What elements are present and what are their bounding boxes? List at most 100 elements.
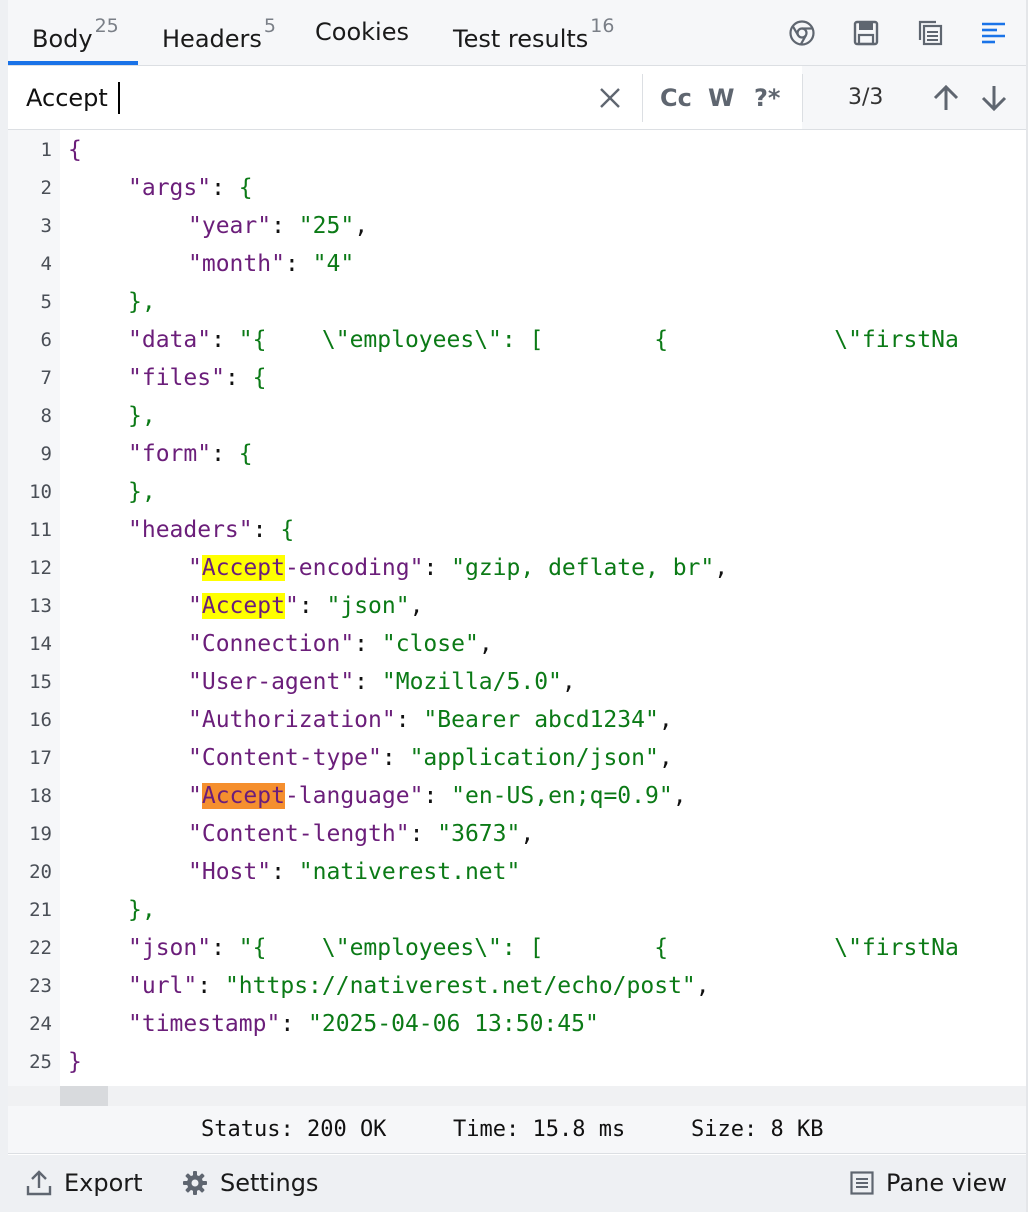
code-line: "Authorization": "Bearer abcd1234",: [188, 701, 673, 739]
response-size: Size: 8 KB: [691, 1117, 824, 1142]
code-line: "json": "{ \"employees\": [ { \"firstNa: [128, 929, 959, 967]
line-number: 11: [29, 519, 52, 541]
tab-body[interactable]: Body 25: [32, 12, 119, 53]
code-line: "month": "4": [188, 245, 354, 283]
next-match-button[interactable]: [978, 82, 1010, 114]
export-button[interactable]: Export: [26, 1165, 143, 1201]
line-number: 9: [40, 443, 52, 465]
code-line: "files": {: [128, 359, 267, 397]
tab-headers-count: 5: [263, 15, 276, 37]
json-separator: :: [280, 1011, 309, 1037]
json-key: "url": [128, 973, 198, 999]
json-quote: ": [188, 593, 202, 619]
code-line: {: [68, 131, 82, 169]
code-line: },: [128, 397, 156, 435]
line-number: 22: [29, 937, 52, 959]
clear-search-button[interactable]: [594, 82, 626, 114]
json-brace: }: [68, 1049, 82, 1075]
json-key: "User-agent": [188, 669, 355, 695]
code-line: "year": "25",: [188, 207, 368, 245]
json-value: "json": [326, 593, 410, 619]
previous-match-button[interactable]: [930, 82, 962, 114]
json-comma: ,: [695, 973, 710, 999]
json-quote: ": [188, 783, 202, 809]
tab-test-results-count: 16: [590, 15, 615, 37]
json-value: "{ \"employees\": [ { \"firstNa: [238, 935, 959, 961]
json-key: "year": [188, 213, 272, 239]
wrap-lines-icon[interactable]: [979, 18, 1009, 48]
save-icon[interactable]: [851, 18, 881, 48]
json-brace: },: [128, 289, 156, 315]
json-value: "3673": [437, 821, 521, 847]
line-number: 14: [29, 633, 52, 655]
json-key: "args": [128, 175, 212, 201]
json-separator: :: [197, 973, 225, 999]
line-number: 10: [29, 481, 52, 503]
json-comma: ,: [658, 745, 673, 771]
tab-headers[interactable]: Headers 5: [162, 12, 276, 53]
json-value: "2025-04-06 13:50:45": [308, 1011, 599, 1037]
json-comma: ,: [561, 669, 576, 695]
json-separator: :: [224, 365, 253, 391]
json-quote: ": [188, 555, 202, 581]
tab-bar: Body 25 Headers 5 Cookies Test results 16: [8, 0, 1026, 66]
json-brace: {: [238, 175, 253, 201]
json-separator: :: [211, 935, 239, 961]
response-body-editor[interactable]: 1 2 3 4 5 6 7 8 9 10 11 12 13 14 15 16 1…: [8, 130, 1026, 1086]
json-key: "Host": [188, 859, 272, 885]
json-comma: ,: [478, 631, 493, 657]
match-case-button[interactable]: Cc: [660, 82, 692, 114]
copy-icon[interactable]: [915, 18, 945, 48]
scrollbar-thumb[interactable]: [60, 1086, 108, 1106]
line-number: 20: [29, 861, 52, 883]
search-input[interactable]: [8, 66, 600, 129]
pane-view-label: Pane view: [886, 1169, 1007, 1197]
whole-word-button[interactable]: W: [708, 82, 734, 114]
code-line: "User-agent": "Mozilla/5.0",: [188, 663, 576, 701]
json-key: "timestamp": [128, 1011, 281, 1037]
arrow-down-icon: [981, 86, 1007, 112]
json-brace: {: [68, 137, 82, 163]
tab-test-results[interactable]: Test results 16: [453, 12, 615, 53]
json-brace: },: [128, 403, 156, 429]
tab-body-label: Body: [32, 25, 93, 53]
regex-button[interactable]: ?*: [754, 82, 780, 114]
json-brace: },: [128, 897, 156, 923]
json-value: "nativerest.net": [298, 859, 521, 885]
code-line: "url": "https://nativerest.net/echo/post…: [128, 967, 710, 1005]
active-tab-indicator: [8, 61, 138, 65]
line-number: 19: [29, 823, 52, 845]
code-line: },: [128, 891, 156, 929]
line-number: 7: [40, 367, 52, 389]
tab-test-results-label: Test results: [453, 25, 589, 53]
match-count: 3/3: [848, 85, 884, 110]
pane-view-button[interactable]: Pane view: [850, 1165, 1007, 1201]
json-key: -encoding": [284, 555, 424, 581]
pane-view-icon: [850, 1171, 874, 1195]
line-number-gutter: 1 2 3 4 5 6 7 8 9 10 11 12 13 14 15 16 1…: [8, 130, 60, 1086]
export-label: Export: [64, 1169, 143, 1197]
tab-cookies[interactable]: Cookies: [315, 12, 409, 52]
horizontal-scrollbar[interactable]: [8, 1086, 1026, 1106]
json-comma: ,: [409, 593, 424, 619]
code-line: "data": "{ \"employees\": [ { \"firstNa: [128, 321, 959, 359]
code-line: "args": {: [128, 169, 253, 207]
json-brace: {: [252, 365, 267, 391]
json-key: "data": [128, 327, 212, 353]
code-line: }: [68, 1043, 82, 1081]
json-separator: :: [381, 745, 410, 771]
line-number: 4: [40, 253, 52, 275]
json-separator: :: [409, 821, 438, 847]
json-key: "Connection": [188, 631, 355, 657]
json-separator: :: [423, 783, 452, 809]
settings-button[interactable]: Settings: [182, 1165, 318, 1201]
json-value: "Mozilla/5.0": [381, 669, 562, 695]
upload-icon: [26, 1169, 52, 1197]
json-separator: :: [211, 441, 239, 467]
tab-cookies-label: Cookies: [315, 18, 409, 46]
chrome-icon[interactable]: [787, 18, 817, 48]
json-separator: :: [395, 707, 424, 733]
code-line: "Connection": "close",: [188, 625, 493, 663]
search-match-highlight: Accept: [201, 555, 285, 581]
json-key: "Content-length": [188, 821, 410, 847]
